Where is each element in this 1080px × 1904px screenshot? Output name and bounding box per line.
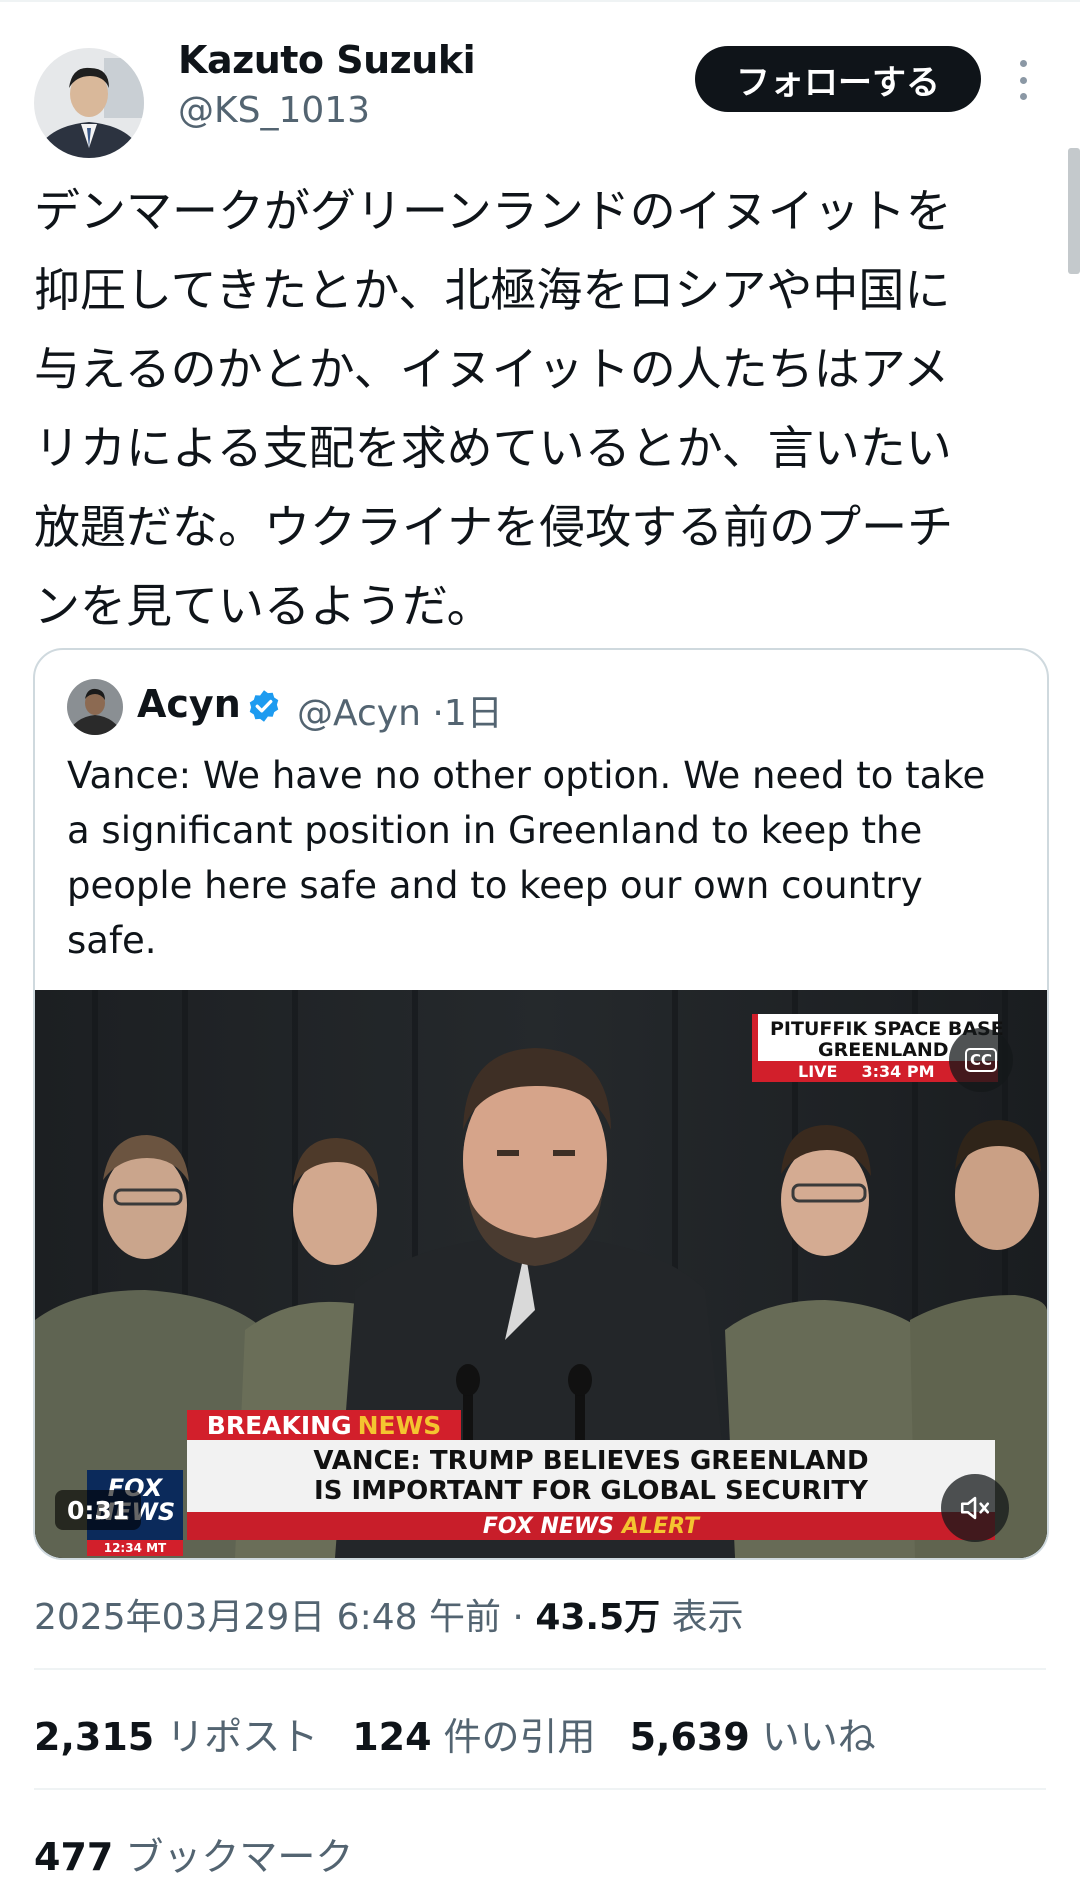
divider	[34, 1788, 1046, 1790]
quote-age[interactable]: 1日	[444, 693, 503, 734]
reposts-stat[interactable]: 2,315 リポスト	[34, 1706, 318, 1761]
live-label: LIVE	[798, 1062, 838, 1081]
author-name[interactable]: Kazuto Suzuki	[178, 38, 476, 82]
news-label: NEWS	[357, 1410, 442, 1440]
captions-icon: CC	[964, 1048, 998, 1072]
tweet-line: デンマークがグリーンランドのイヌイットを	[34, 184, 952, 238]
quotes-count: 124	[352, 1715, 432, 1759]
tweet-line: 放題だな。ウクライナを侵攻する前のプーチ	[34, 500, 954, 554]
quote-line: a significant position in Greenland to k…	[67, 809, 923, 852]
views-label: 表示	[671, 1597, 744, 1638]
quote-line: safe.	[67, 919, 157, 962]
quote-text: Vance: We have no other option. We need …	[67, 748, 1027, 968]
fox-news-alert-bar: FOX NEWS ALERT	[187, 1512, 995, 1540]
breaking-news-tag: BREAKING NEWS	[187, 1410, 461, 1440]
author-avatar[interactable]	[34, 48, 144, 158]
quotes-stat[interactable]: 124 件の引用	[352, 1706, 595, 1761]
logo-time: 12:34 MT	[87, 1540, 183, 1556]
reposts-count: 2,315	[34, 1715, 155, 1759]
tweet-text: デンマークがグリーンランドのイヌイットを 抑圧してきたとか、北極海をロシアや中国…	[34, 172, 1044, 646]
views-count: 43.5万	[535, 1597, 661, 1638]
alert-label-yellow: ALERT	[622, 1513, 700, 1539]
likes-count: 5,639	[629, 1715, 750, 1759]
likes-stat[interactable]: 5,639 いいね	[630, 1706, 876, 1761]
tweet-line: リカによる支配を求めているとか、言いたい	[34, 421, 952, 475]
scrollbar[interactable]	[1068, 148, 1080, 274]
alert-label: FOX NEWS	[482, 1513, 615, 1539]
tweet-line: 抑圧してきたとか、北極海をロシアや中国に	[34, 263, 951, 317]
breaking-label: BREAKING	[206, 1410, 352, 1440]
bookmarks-stat[interactable]: 477 ブックマーク	[34, 1826, 353, 1881]
live-time: 3:34 PM	[861, 1062, 935, 1081]
top-divider	[0, 0, 1080, 2]
location-line2: GREENLAND	[818, 1039, 949, 1061]
headline-line: IS IMPORTANT FOR GLOBAL SECURITY	[314, 1476, 868, 1506]
headline-line: VANCE: TRUMP BELIEVES GREENLAND	[313, 1446, 869, 1476]
quote-line: people here safe and to keep our own cou…	[67, 864, 923, 907]
tweet-line: ンを見ているようだ。	[34, 579, 493, 633]
quote-meta: @Acyn ·1日	[297, 684, 503, 736]
meta-separator: ·	[512, 1597, 524, 1638]
verified-badge-icon	[249, 690, 279, 722]
mute-button[interactable]	[941, 1474, 1009, 1542]
quotes-label: 件の引用	[443, 1715, 596, 1759]
meta-separator: ·	[432, 693, 444, 734]
video-duration: 0:31	[55, 1490, 142, 1530]
news-headline-banner: VANCE: TRUMP BELIEVES GREENLAND IS IMPOR…	[187, 1440, 995, 1512]
quote-avatar[interactable]	[67, 679, 123, 735]
follow-button[interactable]: フォローする	[695, 46, 981, 112]
video-player[interactable]: PITUFFIK SPACE BASE GREENLAND LIVE 3:34 …	[35, 990, 1047, 1558]
quoted-tweet-card[interactable]: Acyn @Acyn ·1日 Vance: We have no other o…	[33, 648, 1049, 1560]
reposts-label: リポスト	[166, 1715, 319, 1759]
quote-line: Vance: We have no other option. We need …	[67, 754, 986, 797]
tweet-timestamp[interactable]: 2025年03月29日 6:48 午前	[34, 1597, 501, 1638]
muted-speaker-icon	[960, 1496, 990, 1520]
more-options-icon[interactable]	[1016, 60, 1030, 100]
quote-author-handle[interactable]: @Acyn	[297, 693, 421, 734]
bookmarks-count: 477	[34, 1835, 114, 1879]
engagement-stats: 2,315 リポスト 124 件の引用 5,639 いいね	[34, 1706, 876, 1761]
bookmarks-label: ブックマーク	[125, 1835, 354, 1879]
likes-label: いいね	[761, 1715, 876, 1759]
tweet-line: 与えるのかとか、イヌイットの人たちはアメ	[34, 342, 950, 396]
quote-author-name[interactable]: Acyn	[137, 682, 241, 726]
captions-button[interactable]: CC	[949, 1028, 1013, 1092]
tweet-timestamp-row: 2025年03月29日 6:48 午前 · 43.5万 表示	[34, 1588, 744, 1640]
divider	[34, 1668, 1046, 1670]
author-handle[interactable]: @KS_1013	[178, 90, 370, 131]
